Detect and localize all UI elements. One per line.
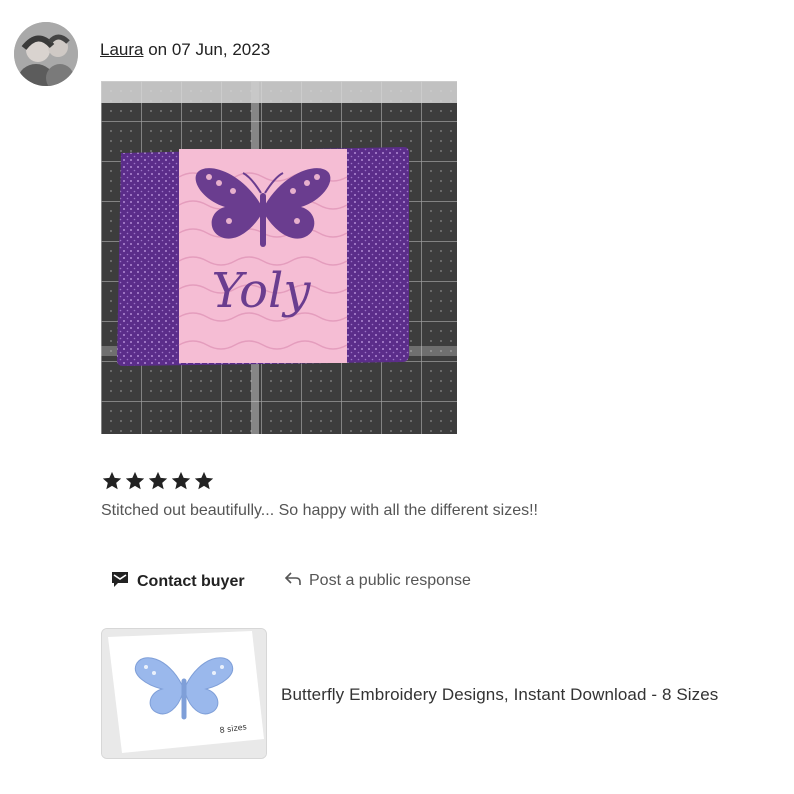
star-icon <box>148 471 168 490</box>
reply-arrow-icon <box>284 569 302 592</box>
date-prefix: on <box>143 40 172 59</box>
embroidered-name: Yoly <box>212 263 312 319</box>
star-icon <box>194 471 214 490</box>
message-icon <box>110 569 130 594</box>
reviewer-avatar[interactable] <box>14 22 78 86</box>
review-header: Laura on 07 Jun, 2023 <box>100 40 270 60</box>
contact-buyer-button[interactable]: Contact buyer <box>110 569 245 594</box>
star-rating <box>101 470 215 498</box>
star-icon <box>171 471 191 490</box>
post-public-response-button[interactable]: Post a public response <box>284 569 471 592</box>
reviewer-name-link[interactable]: Laura <box>100 40 143 59</box>
star-icon <box>102 471 122 490</box>
review-photo[interactable]: Yoly <box>101 81 457 434</box>
star-icon <box>125 471 145 490</box>
mug-rug: Yoly <box>117 147 409 366</box>
review-text: Stitched out beautifully... So happy wit… <box>101 502 538 519</box>
product-thumbnail[interactable]: 8 sizes <box>101 628 267 759</box>
review-date: 07 Jun, 2023 <box>171 40 271 59</box>
contact-buyer-label: Contact buyer <box>137 572 245 590</box>
post-response-label: Post a public response <box>309 571 471 589</box>
product-title-link[interactable]: Butterfly Embroidery Designs, Instant Do… <box>281 685 718 705</box>
